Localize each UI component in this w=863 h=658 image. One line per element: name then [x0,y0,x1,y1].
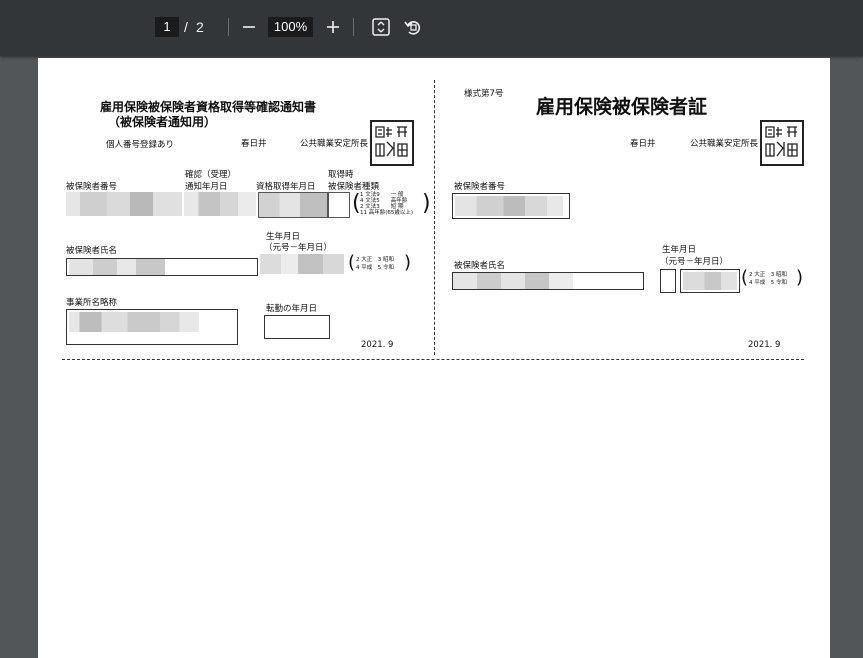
type-option-4: 11 高年齢(65歳以上) [360,210,414,216]
insured-name-label: 被保険者氏名 [66,246,118,256]
toolbar-divider [353,18,354,36]
right-era-option-1: 2 大正 3 昭和 [749,272,787,278]
era-bracket-open: ( [348,252,356,273]
right-era-bracket-open: ( [741,267,749,288]
pdf-toolbar: 1 / 2 100% [0,0,863,56]
insured-name-value [69,259,165,275]
left-subtitle: （被保険者通知用） [108,115,217,129]
right-era-option-2: 4 平成 5 令和 [749,280,787,286]
agency-name: 公共職業安定所長 [300,139,369,149]
official-seal-right [760,120,804,166]
right-birth-era-label: （元号－年月日） [660,257,729,267]
confirm-label: 確認（受理） [185,170,237,180]
era-option-2: 4 平成 5 令和 [356,265,394,271]
right-agency-name: 公共職業安定所長 [690,139,759,149]
insured-number-value [66,192,182,216]
office-abbrev-label: 事業所名略称 [66,298,118,308]
certificate-title: 雇用保険被保険者証 [536,96,708,118]
era-option-1: 2 大正 3 昭和 [356,257,394,263]
fit-page-icon[interactable] [370,16,392,38]
right-birth-date-field [680,269,740,293]
right-insured-number-value [455,196,563,216]
right-insured-number-field [452,193,570,219]
page-number-input[interactable]: 1 [155,17,179,37]
right-birth-date-value [683,272,737,290]
page-separator: / [184,19,188,35]
official-seal-left [370,120,414,166]
acquisition-date-label: 資格取得年月日 [256,182,316,192]
minus-icon[interactable] [238,16,260,38]
right-insured-name-value [453,273,573,289]
transfer-date-label: 転勤の年月日 [266,304,318,314]
right-era-bracket-close: ) [796,267,804,288]
cut-line-horizontal [62,359,804,360]
left-form-version: 2021. 9 [361,340,394,350]
right-insured-number-label: 被保険者番号 [454,182,506,192]
birth-date-value [260,254,344,274]
notify-date-value [184,192,256,216]
office-name: 春日井 [241,139,267,149]
bracket-close: ) [422,191,431,216]
plus-icon[interactable] [322,16,344,38]
notify-date-label: 通知年月日 [185,182,228,192]
right-insured-name-field [452,272,644,290]
total-pages: 2 [196,19,204,35]
insured-number-label: 被保険者番号 [66,182,118,192]
transfer-date-field [264,315,330,339]
right-office-name: 春日井 [630,139,656,149]
rotate-icon[interactable] [402,16,424,38]
right-form-version: 2021. 9 [748,340,781,350]
right-insured-name-label: 被保険者氏名 [454,261,506,271]
mynumber-note: 個人番号登録あり [106,140,175,150]
office-abbrev-field [66,309,238,345]
cut-line-vertical [434,80,435,355]
form-number: 様式第7号 [464,89,504,99]
pdf-page: 雇用保険被保険者資格取得等確認通知書 （被保険者通知用） 個人番号登録あり 春日… [38,58,830,658]
right-era-field [660,269,676,293]
zoom-input[interactable]: 100% [268,17,313,37]
insured-type-value [328,192,350,218]
era-bracket-close: ) [404,252,412,273]
type-label: 取得時 [328,170,354,180]
right-birth-date-label: 生年月日 [662,245,697,255]
toolbar-divider [228,18,229,36]
birth-era-label: （元号－年月日） [264,243,333,253]
insured-name-field [66,258,258,276]
acquisition-date-value [258,192,328,218]
office-abbrev-value [69,312,199,332]
